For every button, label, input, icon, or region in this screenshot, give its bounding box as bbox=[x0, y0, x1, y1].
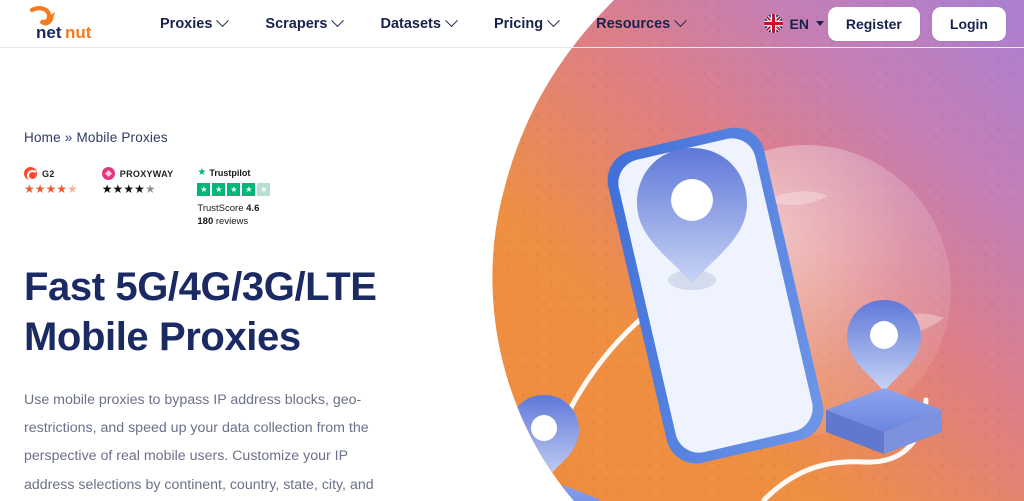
proxyway-rating-stars: ★★★★★ bbox=[101, 182, 156, 196]
chevron-down-icon bbox=[674, 14, 688, 28]
trustpilot-star-box-partial: ★ bbox=[257, 183, 271, 196]
headline-line-2: Mobile Proxies bbox=[24, 314, 301, 359]
chevron-down-icon bbox=[547, 14, 560, 28]
hero-content: Home » Mobile Proxies G2 ★★★★★ PROXYWAY … bbox=[24, 47, 494, 501]
nav-item-label: Scrapers bbox=[265, 15, 328, 32]
language-label: EN bbox=[789, 15, 809, 32]
main-nav: Proxies Scrapers Datasets Pricing Resour… bbox=[160, 0, 688, 47]
auth-buttons: Register Login bbox=[827, 0, 1006, 47]
g2-logo-icon bbox=[24, 167, 38, 181]
logo-text-nut: nut bbox=[65, 23, 92, 42]
breadcrumb: Home » Mobile Proxies bbox=[24, 130, 494, 145]
trustpilot-score: TrustScore 4.6 180 reviews bbox=[197, 203, 270, 229]
g2-badge-header: G2 bbox=[24, 167, 78, 181]
login-button[interactable]: Login bbox=[931, 6, 1006, 41]
header-divider bbox=[0, 47, 1024, 48]
logo-text-net: net bbox=[36, 23, 62, 42]
g2-badge[interactable]: G2 ★★★★★ bbox=[24, 167, 78, 195]
nav-item-scrapers[interactable]: Scrapers bbox=[265, 14, 345, 32]
trustpilot-badge-name: Trustpilot bbox=[209, 167, 251, 178]
g2-rating-stars: ★★★★★ bbox=[24, 182, 78, 196]
trustpilot-badge-header: ★ Trustpilot bbox=[197, 167, 270, 178]
uk-flag-icon bbox=[763, 14, 783, 33]
proxyway-badge-header: PROXYWAY bbox=[101, 167, 174, 180]
trustpilot-star-icon: ★ bbox=[197, 167, 207, 178]
proxyway-badge-name: PROXYWAY bbox=[119, 168, 174, 179]
breadcrumb-current: Mobile Proxies bbox=[76, 130, 168, 145]
hero-background bbox=[464, 0, 1024, 501]
breadcrumb-separator: » bbox=[64, 130, 73, 145]
nav-item-pricing[interactable]: Pricing bbox=[493, 14, 560, 32]
nav-item-proxies[interactable]: Proxies bbox=[160, 14, 230, 32]
reviews-count: 180 bbox=[197, 215, 214, 227]
nav-item-label: Proxies bbox=[160, 15, 213, 32]
g2-badge-name: G2 bbox=[42, 168, 55, 179]
trustpilot-badge[interactable]: ★ Trustpilot ★ ★ ★ ★ ★ TrustScore 4.6 18… bbox=[197, 167, 271, 229]
reviews-label: reviews bbox=[215, 215, 249, 227]
breadcrumb-home[interactable]: Home bbox=[24, 130, 61, 145]
review-badges: G2 ★★★★★ PROXYWAY ★★★★★ ★ Trustpilot ★ ★… bbox=[24, 167, 494, 229]
caret-down-icon bbox=[816, 21, 824, 26]
trustpilot-star-box: ★ bbox=[197, 183, 211, 196]
trustpilot-star-box: ★ bbox=[212, 183, 226, 196]
nav-item-datasets[interactable]: Datasets bbox=[380, 14, 458, 32]
proxyway-logo-icon bbox=[101, 167, 115, 180]
chevron-down-icon bbox=[331, 14, 345, 28]
register-button[interactable]: Register bbox=[827, 6, 920, 41]
page-title: Fast 5G/4G/3G/LTE Mobile Proxies bbox=[24, 262, 424, 362]
site-header: net nut Proxies Scrapers Datasets Pricin… bbox=[0, 0, 1024, 47]
netnut-logo[interactable]: net nut bbox=[22, 4, 102, 44]
trustpilot-rating-boxes: ★ ★ ★ ★ ★ bbox=[197, 183, 271, 196]
headline-line-1: Fast 5G/4G/3G/LTE bbox=[24, 264, 377, 309]
trustscore-label: TrustScore bbox=[197, 203, 244, 214]
nav-item-label: Resources bbox=[596, 15, 671, 32]
nav-item-label: Pricing bbox=[493, 15, 544, 32]
chevron-down-icon bbox=[445, 14, 458, 28]
hero-paragraph: Use mobile proxies to bypass IP address … bbox=[24, 391, 374, 493]
proxyway-badge[interactable]: PROXYWAY ★★★★★ bbox=[101, 167, 174, 196]
language-selector[interactable]: EN bbox=[763, 0, 824, 47]
chevron-down-icon bbox=[216, 14, 230, 28]
nav-item-resources[interactable]: Resources bbox=[596, 14, 688, 32]
nav-item-label: Datasets bbox=[380, 15, 441, 32]
trustscore-value: 4.6 bbox=[246, 203, 260, 214]
trustpilot-star-box: ★ bbox=[242, 183, 256, 196]
trustpilot-star-box: ★ bbox=[227, 183, 241, 196]
